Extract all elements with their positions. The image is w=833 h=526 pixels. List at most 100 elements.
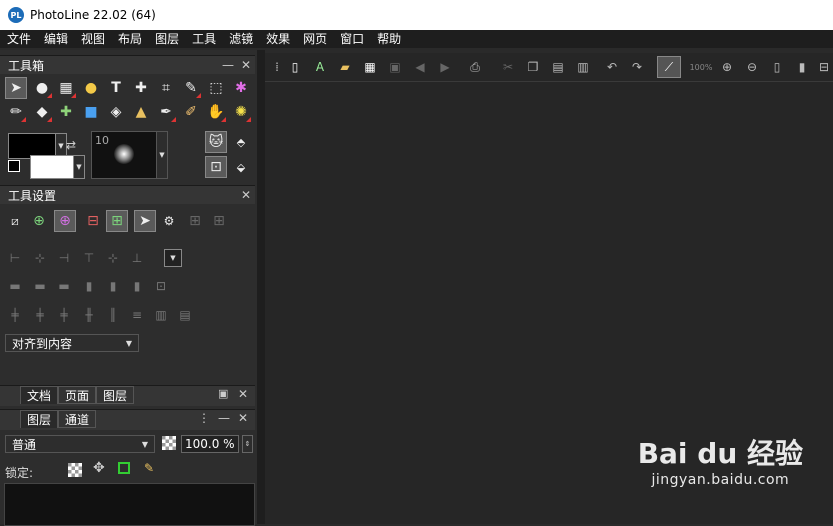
new-text-icon[interactable]: A — [310, 57, 330, 77]
align-right-edge-icon[interactable]: ⊣ — [55, 249, 73, 267]
tab-layers[interactable]: 图层 — [96, 386, 134, 404]
distribute-vcenter-icon[interactable]: ║ — [104, 306, 122, 324]
cut-icon[interactable]: ✂ — [498, 57, 518, 77]
align-options-dropdown-icon[interactable]: ▼ — [164, 249, 182, 267]
toolbar-more-icon[interactable]: ⊟ — [817, 57, 831, 77]
align-left-edge-icon[interactable]: ⊢ — [6, 249, 24, 267]
align-vcenter-icon[interactable]: ▮ — [104, 277, 122, 295]
menu-effects[interactable]: 效果 — [259, 30, 296, 48]
menu-file[interactable]: 文件 — [0, 30, 37, 48]
menu-edit[interactable]: 编辑 — [37, 30, 74, 48]
crop-tool-icon[interactable]: ⌗ — [155, 77, 177, 99]
open-folder-icon[interactable]: ▰ — [335, 57, 355, 77]
distribute-bottom-icon[interactable]: ≡ — [128, 306, 146, 324]
pointer-icon[interactable]: ➤ — [134, 210, 156, 232]
hand-tool-icon[interactable]: ✋ — [205, 101, 227, 123]
distribute-height-icon[interactable]: ▤ — [176, 306, 194, 324]
shape-tool-icon[interactable]: ● — [80, 77, 102, 99]
browser-icon[interactable]: ▦ — [360, 57, 380, 77]
minimize-icon[interactable]: — — [219, 58, 237, 72]
opacity-stepper-icon[interactable]: ⇕ — [242, 435, 253, 453]
tab-layer[interactable]: 图层 — [20, 410, 58, 428]
dropper-tool-icon[interactable]: ✒ — [155, 101, 177, 123]
blend-mode-dropdown[interactable]: 普通 ▼ — [5, 435, 155, 453]
paste-icon[interactable]: ▤ — [548, 57, 568, 77]
view-mode-icon[interactable]: ⬙ — [230, 156, 252, 178]
default-colors-icon[interactable] — [8, 160, 20, 172]
link-icon[interactable]: ⊟ — [82, 210, 104, 232]
close-icon[interactable]: ✕ — [238, 387, 248, 401]
quick-mask-icon[interactable]: 🐱 — [205, 131, 227, 153]
align-bottom-edge-icon[interactable]: ⊥ — [128, 249, 146, 267]
fill-tool-icon[interactable]: ◈ — [105, 101, 127, 123]
align-left-icon[interactable]: ▬ — [6, 277, 24, 295]
distribute-hcenter-icon[interactable]: ╪ — [31, 306, 49, 324]
pivot-icon[interactable]: ⊕ — [54, 210, 76, 232]
menu-window[interactable]: 窗口 — [333, 30, 370, 48]
menu-web[interactable]: 网页 — [296, 30, 333, 48]
align-vcenter-edge-icon[interactable]: ⊹ — [104, 249, 122, 267]
opacity-input[interactable]: 100.0 % — [181, 435, 239, 453]
gear-icon[interactable]: ⚙ — [158, 210, 180, 232]
distribute-width-icon[interactable]: ▥ — [152, 306, 170, 324]
grid-plus-icon[interactable]: ⊞ — [208, 210, 230, 232]
menu-layer[interactable]: 图层 — [148, 30, 185, 48]
close-icon[interactable]: ✕ — [238, 411, 248, 425]
target-icon[interactable]: ⊕ — [28, 210, 50, 232]
lasso-tool-icon[interactable]: ● — [31, 77, 53, 99]
tab-page[interactable]: 页面 — [58, 386, 96, 404]
brush-dropdown-icon[interactable]: ▼ — [156, 131, 168, 179]
distribute-right-icon[interactable]: ╪ — [55, 306, 73, 324]
fit-page-icon[interactable]: ▯ — [767, 57, 787, 77]
lock-position-icon[interactable]: ✥ — [93, 460, 105, 476]
smudge-tool-icon[interactable]: ✐ — [180, 101, 202, 123]
screen-mode-icon[interactable]: ⊡ — [205, 156, 227, 178]
stamp-tool-icon[interactable]: ▲ — [130, 101, 152, 123]
zoom-in-icon[interactable]: ⊕ — [717, 57, 737, 77]
text-tool-icon[interactable]: T — [105, 77, 127, 99]
next-icon[interactable]: ▶ — [435, 57, 455, 77]
close-icon[interactable]: ✕ — [237, 58, 255, 72]
dock-splitter[interactable] — [257, 50, 265, 524]
mask-tool-icon[interactable]: ▦ — [55, 77, 77, 99]
align-hcenter-icon[interactable]: ▬ — [31, 277, 49, 295]
undo-icon[interactable]: ↶ — [602, 57, 622, 77]
tab-channels[interactable]: 通道 — [58, 410, 96, 428]
menu-filter[interactable]: 滤镜 — [222, 30, 259, 48]
align-hcenter-edge-icon[interactable]: ⊹ — [31, 249, 49, 267]
align-center-icon[interactable]: ⊡ — [152, 277, 170, 295]
brush-tool-icon[interactable]: ✏ — [5, 101, 27, 123]
menu-view[interactable]: 视图 — [74, 30, 111, 48]
light-tool-icon[interactable]: ✺ — [230, 101, 252, 123]
clone-tool-icon[interactable]: ✚ — [55, 101, 77, 123]
align-right-icon[interactable]: ▬ — [55, 277, 73, 295]
ruler-icon[interactable]: ⟋ — [657, 56, 681, 78]
background-dropdown-icon[interactable]: ▼ — [73, 155, 85, 179]
save-icon[interactable]: ▣ — [385, 57, 405, 77]
eraser-tool-icon[interactable]: ◆ — [31, 101, 53, 123]
more-options-icon[interactable]: ⋮ — [198, 411, 210, 425]
mask-mode-icon[interactable]: ⬘ — [230, 131, 252, 153]
path-tool-icon[interactable]: ✚ — [130, 77, 152, 99]
brush-preview[interactable]: 10 — [91, 131, 157, 179]
arrow-tool-icon[interactable]: ➤ — [5, 77, 27, 99]
lock-transparency-icon[interactable] — [68, 463, 82, 477]
distribute-top-icon[interactable]: ╫ — [80, 306, 98, 324]
menu-tools[interactable]: 工具 — [185, 30, 222, 48]
pen-tool-icon[interactable]: ✎ — [180, 77, 202, 99]
menu-layout[interactable]: 布局 — [111, 30, 148, 48]
grid-snap-icon[interactable]: ⊞ — [106, 210, 128, 232]
print-icon[interactable]: ⎙ — [465, 57, 485, 77]
swap-colors-icon[interactable]: ⇄ — [66, 138, 76, 152]
zoom-out-icon[interactable]: ⊖ — [742, 57, 762, 77]
close-icon[interactable]: ✕ — [237, 188, 255, 202]
zoom-100-button[interactable]: 100% — [687, 57, 715, 77]
menu-help[interactable]: 帮助 — [370, 30, 407, 48]
paste-special-icon[interactable]: ▥ — [573, 57, 593, 77]
rectangle-select-icon[interactable]: ⬚ — [205, 77, 227, 99]
align-top-icon[interactable]: ▮ — [80, 277, 98, 295]
select-frame-icon[interactable]: ⧄ — [4, 210, 26, 232]
maximize-icon[interactable]: ▣ — [218, 387, 228, 400]
gradient-tool-icon[interactable]: ■ — [80, 101, 102, 123]
new-document-icon[interactable]: ▯ — [285, 57, 305, 77]
